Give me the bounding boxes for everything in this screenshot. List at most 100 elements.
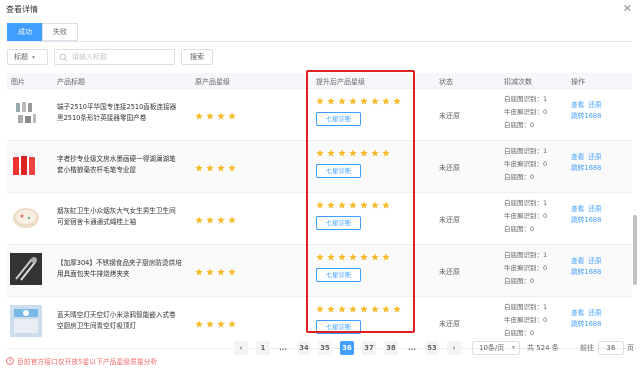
star-icon xyxy=(371,149,379,157)
star-icon xyxy=(327,201,335,209)
tab-success[interactable]: 成功 xyxy=(7,23,43,41)
page-size-select[interactable]: 10条/页 ▾ xyxy=(472,341,520,355)
col-actions: 操作 xyxy=(571,78,585,86)
star-icon xyxy=(217,164,225,172)
product-thumbnail xyxy=(10,201,42,233)
view-link[interactable]: 查看 xyxy=(571,205,584,213)
star-icon xyxy=(217,268,225,276)
improved-star-rating xyxy=(316,149,393,157)
field-select[interactable]: 标题 ▾ xyxy=(7,49,48,65)
page-ellipsis-right[interactable]: ... xyxy=(405,341,419,355)
product-title: 字者抄专业级文房水墨画硬一得湖澜湖笔套小楷狼毫农杆毛笔专业屋 xyxy=(57,155,176,174)
star-icon xyxy=(371,305,379,313)
star-icon xyxy=(206,164,214,172)
page-34[interactable]: 34 xyxy=(297,341,311,355)
tab-failed[interactable]: 失败 xyxy=(42,23,78,41)
seven-star-diagnosis-button[interactable]: 七星诊断 xyxy=(316,216,361,230)
seven-star-diagnosis-button[interactable]: 七星诊断 xyxy=(316,164,361,178)
col-old-stars: 原产品星级 xyxy=(195,78,230,86)
star-icon xyxy=(228,268,236,276)
star-icon xyxy=(316,201,324,209)
restore-link[interactable]: 还原 xyxy=(588,101,601,109)
page-35[interactable]: 35 xyxy=(318,341,332,355)
row-actions: 查看 还原跳转1688 xyxy=(571,204,606,226)
view-link[interactable]: 查看 xyxy=(571,309,584,317)
star-icon xyxy=(371,201,379,209)
product-thumbnail xyxy=(10,97,42,129)
page-53[interactable]: 53 xyxy=(425,341,439,355)
seven-star-diagnosis-button[interactable]: 七星诊断 xyxy=(316,112,361,126)
seven-star-diagnosis-button[interactable]: 七星诊断 xyxy=(316,268,361,282)
star-icon xyxy=(338,305,346,313)
row-actions: 查看 还原跳转1688 xyxy=(571,100,606,122)
view-link[interactable]: 查看 xyxy=(571,257,584,265)
count-white-bg: 白底图：0 xyxy=(504,277,535,285)
col-deduct: 扣减次数 xyxy=(504,78,532,86)
page-size-value: 10条/页 xyxy=(479,344,505,352)
col-status: 状态 xyxy=(439,78,453,86)
restore-link[interactable]: 还原 xyxy=(588,205,601,213)
search-button[interactable]: 搜索 xyxy=(181,49,213,65)
restore-link[interactable]: 还原 xyxy=(588,309,601,317)
count-white-bg: 白底图：0 xyxy=(504,329,535,337)
table-row: 字者抄专业级文房水墨画硬一得湖澜湖笔套小楷狼毫农杆毛笔专业屋 七星诊断 未还原白底图… xyxy=(7,141,632,193)
page-37[interactable]: 37 xyxy=(362,341,376,355)
chevron-down-icon: ▾ xyxy=(32,53,36,61)
prev-page-button[interactable]: ‹ xyxy=(234,341,248,355)
improved-star-rating xyxy=(316,97,404,105)
seven-star-diagnosis-button[interactable]: 七星诊断 xyxy=(316,320,361,334)
page-36[interactable]: 36 xyxy=(340,341,354,355)
page-38[interactable]: 38 xyxy=(384,341,398,355)
deduction-counts: 白底图识别：1 牛皮癣识别：0 白底图：0 xyxy=(504,249,547,288)
jump-1688-link[interactable]: 跳转1688 xyxy=(571,112,601,120)
page-1[interactable]: 1 xyxy=(256,341,270,355)
star-icon xyxy=(195,320,203,328)
status-text: 未还原 xyxy=(439,216,460,224)
star-icon xyxy=(349,201,357,209)
status-text: 未还原 xyxy=(439,112,460,120)
footnote-text: 目前官方接口仅开放5星以下产品星级质量分析 xyxy=(17,358,158,366)
status-text: 未还原 xyxy=(439,320,460,328)
count-white-bg: 白底图：0 xyxy=(504,173,535,181)
star-icon xyxy=(228,164,236,172)
product-title: 端子2510平华国专连接2510直板连接器黑2510条形针英接器零国产卷 xyxy=(57,103,177,122)
star-icon xyxy=(206,112,214,120)
status-text: 未还原 xyxy=(439,164,460,172)
star-icon xyxy=(327,149,335,157)
star-icon xyxy=(382,97,390,105)
chevron-down-icon: ▾ xyxy=(511,344,515,351)
warning-icon xyxy=(6,357,14,365)
jump-1688-link[interactable]: 跳转1688 xyxy=(571,216,601,224)
view-link[interactable]: 查看 xyxy=(571,153,584,161)
count-white-bg-recognition: 白底图识别：1 xyxy=(504,199,548,207)
star-icon xyxy=(217,112,225,120)
jump-1688-link[interactable]: 跳转1688 xyxy=(571,164,601,172)
star-icon xyxy=(338,253,346,261)
product-thumbnail xyxy=(10,305,42,337)
original-star-rating xyxy=(195,164,239,172)
count-psoriasis-recognition: 牛皮癣识别：0 xyxy=(504,108,548,116)
star-icon xyxy=(206,320,214,328)
star-icon xyxy=(217,216,225,224)
jump-1688-link[interactable]: 跳转1688 xyxy=(571,320,601,328)
scrollbar[interactable] xyxy=(633,215,637,285)
goto-page-input[interactable]: 36 xyxy=(598,341,624,355)
star-icon xyxy=(228,320,236,328)
restore-link[interactable]: 还原 xyxy=(588,153,601,161)
page-ellipsis-left[interactable]: ... xyxy=(276,341,290,355)
restore-link[interactable]: 还原 xyxy=(588,257,601,265)
next-page-button[interactable]: › xyxy=(447,341,461,355)
col-new-stars: 提升后产品星级 xyxy=(316,78,365,86)
star-icon xyxy=(349,305,357,313)
star-icon xyxy=(316,149,324,157)
deduction-counts: 白底图识别：1 牛皮癣识别：0 白底图：0 xyxy=(504,301,547,340)
search-input[interactable]: 请输入标题 xyxy=(54,49,175,65)
close-icon[interactable]: ✕ xyxy=(623,2,632,15)
view-link[interactable]: 查看 xyxy=(571,101,584,109)
tab-divider xyxy=(7,41,632,42)
star-icon xyxy=(195,268,203,276)
jump-1688-link[interactable]: 跳转1688 xyxy=(571,268,601,276)
star-icon xyxy=(360,97,368,105)
status-text: 未还原 xyxy=(439,268,460,276)
count-psoriasis-recognition: 牛皮癣识别：0 xyxy=(504,212,548,220)
